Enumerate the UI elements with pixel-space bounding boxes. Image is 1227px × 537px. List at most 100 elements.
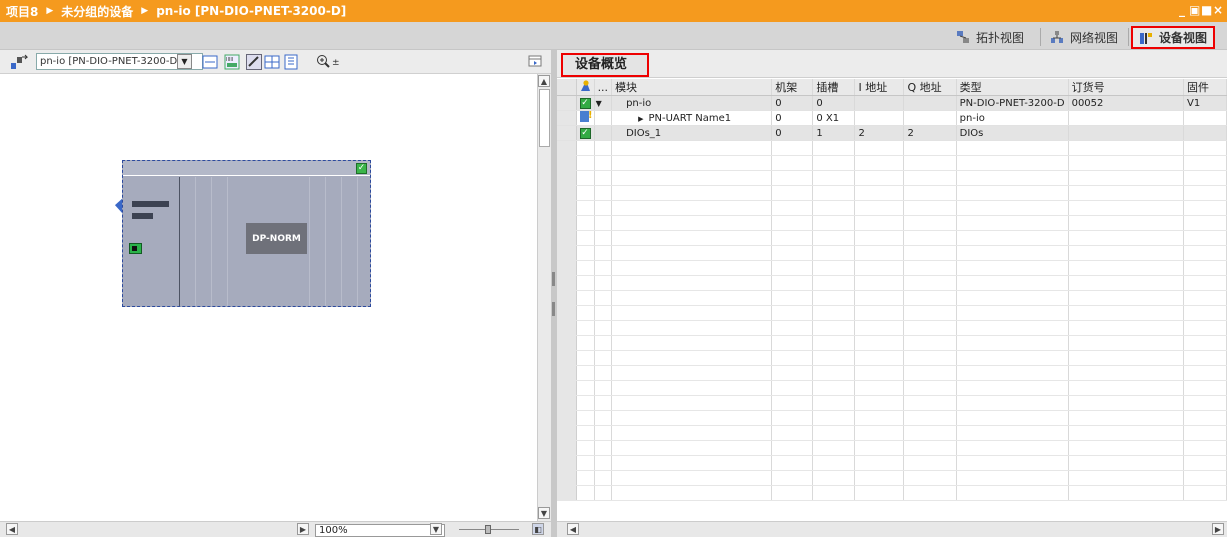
cell-order-number[interactable]	[1068, 125, 1184, 141]
led-bar	[132, 201, 169, 207]
column-module[interactable]: 模块	[611, 79, 773, 96]
empty-cell	[956, 215, 1069, 231]
cell-q-address[interactable]	[903, 95, 957, 111]
cell-slot[interactable]: 1	[812, 125, 856, 141]
tab-topology-view[interactable]: 拓扑视图	[950, 27, 1030, 47]
cell-type[interactable]: pn-io	[956, 110, 1069, 126]
cell-type[interactable]: PN-DIO-PNET-3200-D	[956, 95, 1069, 111]
empty-cell	[594, 440, 613, 456]
splitter-grip[interactable]	[552, 302, 555, 316]
scroll-right-icon[interactable]: ▶	[1212, 523, 1224, 535]
device-rack[interactable]: ✓ DP-NORM	[122, 160, 371, 307]
minimize-icon[interactable]: _	[1177, 3, 1187, 17]
network-tree-icon[interactable]	[10, 54, 29, 70]
empty-cell	[594, 470, 613, 486]
row-expander[interactable]: ▼	[594, 95, 613, 111]
column-rack[interactable]: 机架	[771, 79, 814, 96]
tab-device-view[interactable]: 设备视图	[1131, 26, 1216, 49]
tab-network-view[interactable]: 网络视图	[1044, 27, 1124, 47]
cell-type[interactable]: DIOs	[956, 125, 1069, 141]
zoom-slider[interactable]	[459, 525, 519, 534]
zoom-fit-icon[interactable]	[202, 54, 218, 70]
empty-cell	[1183, 260, 1227, 276]
empty-cell	[854, 410, 905, 426]
cell-slot[interactable]: 0	[812, 95, 856, 111]
empty-cell	[1183, 350, 1227, 366]
zoom-slider-knob[interactable]	[485, 525, 491, 534]
ethernet-port-icon[interactable]	[129, 243, 142, 254]
empty-cell	[576, 200, 595, 216]
cell-rack[interactable]: 0	[771, 125, 814, 141]
column-firmware[interactable]: 固件	[1183, 79, 1227, 96]
empty-row	[557, 365, 1227, 381]
cell-firmware[interactable]	[1183, 125, 1227, 141]
maximize-icon[interactable]: ■	[1201, 3, 1212, 17]
page-icon[interactable]	[283, 54, 299, 70]
cell-q-address[interactable]	[903, 110, 957, 126]
close-icon[interactable]: ×	[1213, 3, 1223, 17]
overview-nav-icon[interactable]: ◧	[532, 523, 544, 535]
breadcrumb-ungrouped[interactable]: 未分组的设备	[61, 3, 133, 20]
table-row[interactable]: ✓ ▼ pn-io 0 0 PN-DIO-PNET-3200-D 00052 V…	[557, 95, 1227, 111]
column-q-address[interactable]: Q 地址	[903, 79, 957, 96]
breadcrumb-device[interactable]: pn-io [PN-DIO-PNET-3200-D]	[156, 4, 346, 18]
canvas-vertical-scrollbar[interactable]: ▲ ▼	[537, 74, 551, 521]
cell-rack[interactable]: 0	[771, 110, 814, 126]
scroll-left-icon[interactable]: ◀	[567, 523, 579, 535]
scroll-up-icon[interactable]: ▲	[538, 75, 550, 87]
empty-cell	[1068, 215, 1184, 231]
empty-cell	[771, 140, 814, 156]
cell-i-address[interactable]	[854, 95, 905, 111]
cell-q-address[interactable]: 2	[903, 125, 957, 141]
empty-cell	[1183, 440, 1227, 456]
breadcrumb-project[interactable]: 项目8	[6, 3, 38, 20]
column-type[interactable]: 类型	[956, 79, 1069, 96]
empty-cell	[812, 275, 856, 291]
empty-cell	[812, 455, 856, 471]
empty-cell	[812, 425, 856, 441]
empty-cell	[812, 305, 856, 321]
cell-firmware[interactable]	[1183, 110, 1227, 126]
more-columns-header[interactable]: ...	[594, 79, 613, 96]
splitter-grip[interactable]	[552, 272, 555, 286]
chevron-down-icon[interactable]: ▼	[177, 54, 192, 69]
device-canvas[interactable]: pn-io ✓ DP-NORM	[0, 74, 537, 521]
column-order-number[interactable]: 订货号	[1068, 79, 1184, 96]
cell-i-address[interactable]	[854, 110, 905, 126]
zoom-dropdown-icon[interactable]: ▼	[430, 523, 442, 535]
scroll-down-icon[interactable]: ▼	[538, 507, 550, 519]
empty-cell	[771, 395, 814, 411]
cell-i-address[interactable]: 2	[854, 125, 905, 141]
zoom-select[interactable]: 100%	[315, 524, 445, 537]
expand-icon[interactable]: ▶	[638, 115, 643, 123]
column-i-address[interactable]: I 地址	[854, 79, 905, 96]
zoom-icon[interactable]: ±	[316, 54, 340, 70]
panel-toggle-icon[interactable]	[528, 54, 542, 70]
empty-cell	[854, 350, 905, 366]
empty-cell	[1068, 170, 1184, 186]
table-row[interactable]: ✓ DIOs_1 0 1 2 2 DIOs	[557, 125, 1227, 141]
empty-cell	[854, 305, 905, 321]
cell-module[interactable]: pn-io	[611, 95, 773, 111]
scroll-left-icon[interactable]: ◀	[6, 523, 18, 535]
column-slot[interactable]: 插槽	[812, 79, 856, 96]
cell-slot[interactable]: 0 X1	[812, 110, 856, 126]
tab-device-overview[interactable]: 设备概览	[561, 53, 649, 77]
module-dp-norm[interactable]: DP-NORM	[246, 223, 307, 254]
cell-order-number[interactable]: 00052	[1068, 95, 1184, 111]
cell-rack[interactable]: 0	[771, 95, 814, 111]
module-labels-icon[interactable]: IIIII	[224, 54, 240, 70]
empty-cell	[611, 410, 773, 426]
cell-order-number[interactable]	[1068, 110, 1184, 126]
empty-cell	[1068, 155, 1184, 171]
restore-icon[interactable]: ▣	[1189, 3, 1200, 17]
cell-firmware[interactable]: V1	[1183, 95, 1227, 111]
cell-module[interactable]: ▶ PN-UART Name1	[611, 110, 773, 126]
scroll-right-icon[interactable]: ▶	[297, 523, 309, 535]
cell-module[interactable]: DIOs_1	[611, 125, 773, 141]
draw-icon[interactable]	[246, 54, 262, 70]
empty-cell	[576, 170, 595, 186]
scroll-thumb[interactable]	[539, 89, 550, 147]
grid-icon[interactable]	[264, 54, 280, 70]
table-row[interactable]: ▶ PN-UART Name1 0 0 X1 pn-io	[557, 110, 1227, 126]
